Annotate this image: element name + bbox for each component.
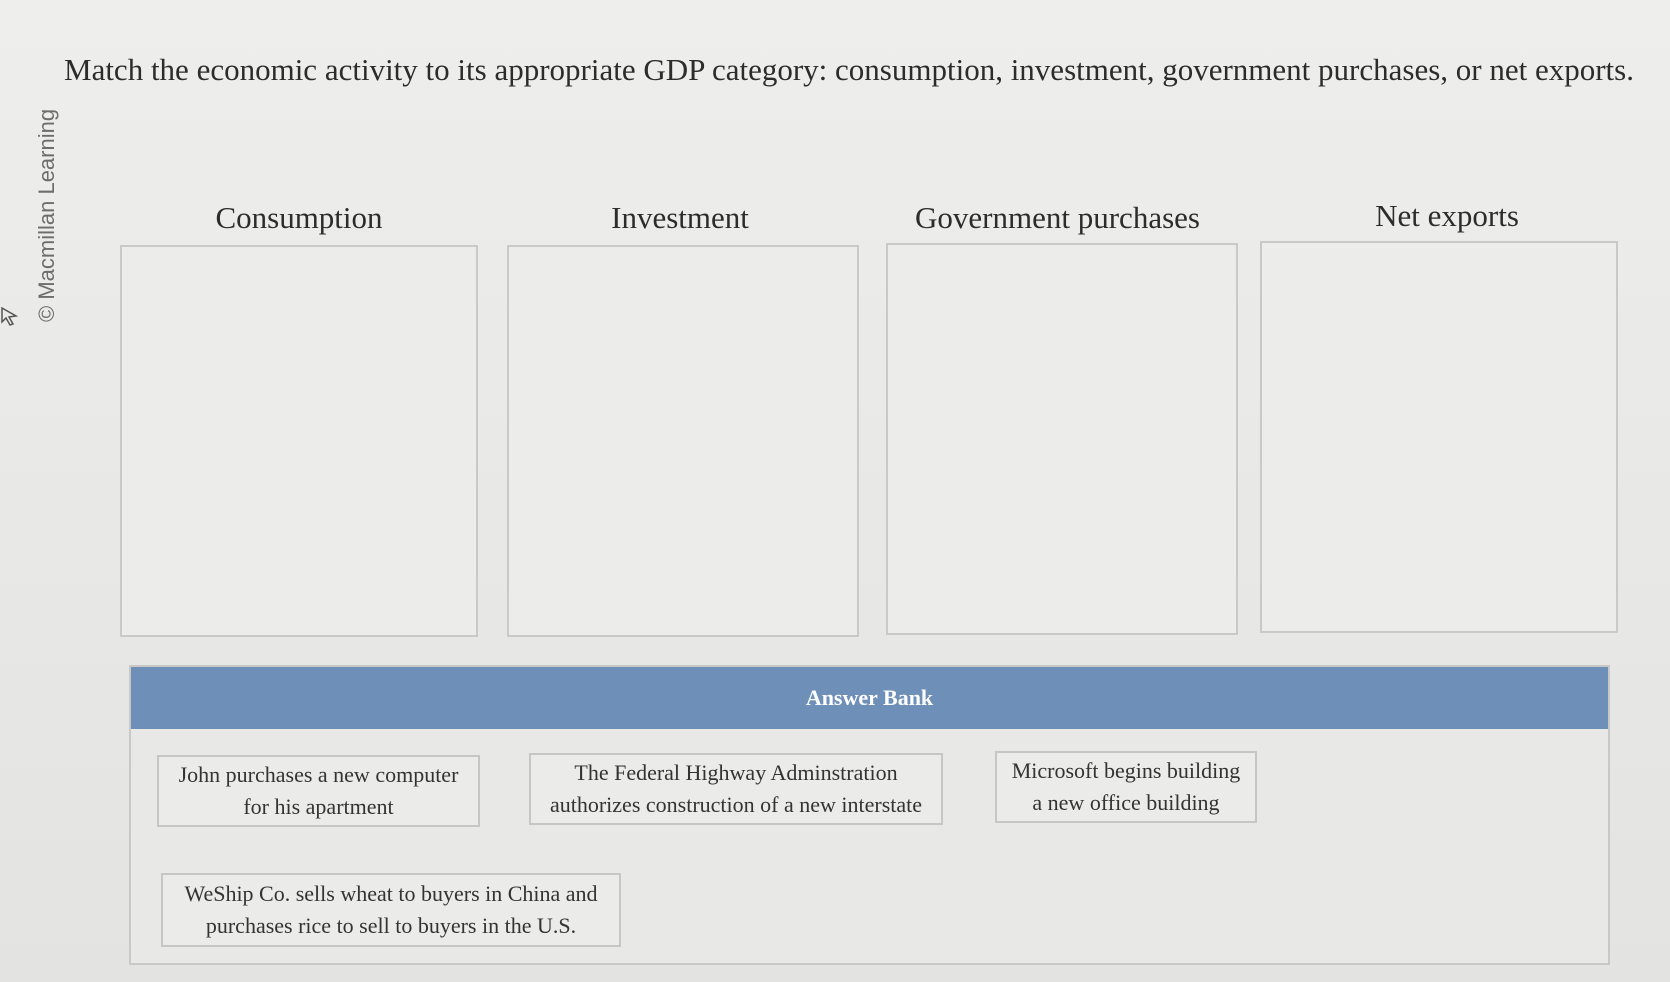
category-label-net-exports: Net exports — [1375, 198, 1519, 233]
category-label-investment: Investment — [611, 200, 749, 235]
answer-chip-line: Microsoft begins building — [1011, 758, 1241, 783]
cursor-arrow-icon — [1, 306, 19, 326]
answer-chip-line: The Federal Highway Adminstration — [574, 760, 898, 785]
answer-bank: Answer Bank John purchases a new compute… — [129, 665, 1610, 965]
drop-zone-investment[interactable] — [507, 245, 859, 637]
category-label-government-purchases: Government purchases — [915, 200, 1200, 235]
answer-chip-federal-highway[interactable]: The Federal Highway Adminstration author… — [529, 753, 943, 825]
drop-zone-government-purchases[interactable] — [886, 243, 1238, 635]
answer-chip-line: John purchases a new computer — [178, 762, 459, 787]
answer-chip-microsoft-office[interactable]: Microsoft begins building a new office b… — [995, 751, 1257, 823]
category-label-consumption: Consumption — [215, 200, 383, 235]
answer-chip-line: purchases rice to sell to buyers in the … — [205, 913, 577, 938]
answer-chip-line: a new office building — [1032, 790, 1220, 815]
answer-chip-john-computer[interactable]: John purchases a new computer for his ap… — [157, 755, 480, 827]
page: © Macmillan Learning Match the economic … — [0, 0, 1670, 982]
drop-zone-net-exports[interactable] — [1260, 241, 1618, 633]
drop-zone-consumption[interactable] — [120, 245, 478, 637]
question-prompt: Match the economic activity to its appro… — [64, 52, 1634, 87]
answer-chip-line: for his apartment — [243, 794, 394, 819]
answer-chip-weship-trade[interactable]: WeShip Co. sells wheat to buyers in Chin… — [161, 873, 621, 947]
answer-bank-title: Answer Bank — [131, 667, 1608, 729]
answer-chip-line: WeShip Co. sells wheat to buyers in Chin… — [184, 881, 598, 906]
answer-chip-line: authorizes construction of a new interst… — [549, 792, 923, 817]
